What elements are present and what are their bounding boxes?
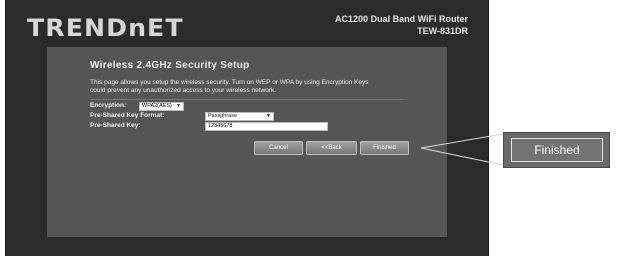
callout-pointer-upper-line bbox=[420, 133, 504, 149]
callout-pointer bbox=[420, 133, 504, 166]
callout-pointer-lower-line bbox=[420, 147, 504, 166]
finished-callout-label: Finished bbox=[511, 138, 603, 162]
finished-callout: Finished bbox=[503, 132, 610, 168]
